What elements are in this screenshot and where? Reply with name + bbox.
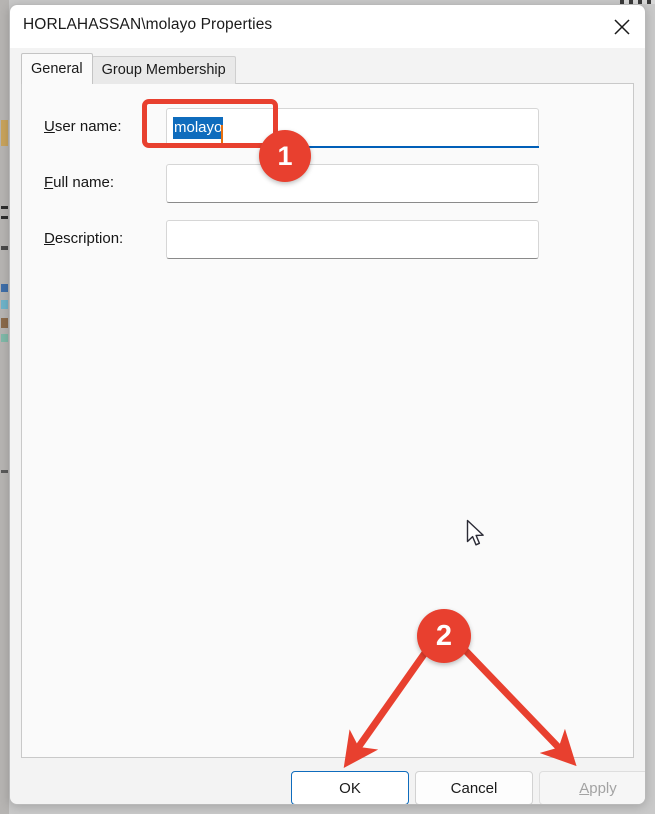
background-content-strip [1, 284, 8, 292]
tab-content-panel: User name: molayo Full name: Description… [21, 83, 634, 758]
user-name-input[interactable] [166, 108, 539, 147]
background-content-strip [1, 120, 8, 146]
cancel-button[interactable]: Cancel [415, 771, 533, 804]
label-full-name: Full name: [44, 174, 114, 191]
apply-button-rest: pply [589, 779, 617, 797]
label-full-name-rest: ull name: [53, 174, 115, 191]
form-row-description: Description: [22, 220, 633, 260]
background-content-strip [1, 216, 8, 219]
background-content-strip [1, 300, 8, 309]
dialog-title: HORLAHASSAN\molayo Properties [23, 16, 273, 33]
dialog-footer: OK Cancel Apply [10, 761, 645, 804]
background-content-strip [1, 206, 8, 209]
apply-button-accelerator: A [579, 779, 590, 797]
user-name-focus-underline [166, 146, 539, 148]
background-content-strip [1, 318, 8, 328]
ok-button[interactable]: OK [291, 771, 409, 804]
label-full-name-accelerator: F [44, 174, 54, 191]
label-user-name: User name: [44, 118, 122, 135]
label-description-accelerator: D [44, 230, 55, 247]
label-description: Description: [44, 230, 123, 247]
label-description-rest: escription: [54, 230, 124, 247]
background-content-strip [1, 246, 8, 250]
background-content-strip [1, 334, 8, 342]
label-user-name-rest: ser name: [54, 118, 122, 135]
form-row-username: User name: molayo [22, 108, 633, 148]
apply-button[interactable]: Apply [539, 771, 645, 804]
background-window-sliver [0, 0, 9, 814]
tab-general[interactable]: General [21, 53, 93, 84]
form-row-full-name: Full name: [22, 164, 633, 204]
tab-strip: General Group Membership [21, 53, 236, 84]
close-icon[interactable] [599, 5, 645, 48]
properties-dialog: HORLAHASSAN\molayo Properties General Gr… [9, 4, 646, 805]
dialog-titlebar: HORLAHASSAN\molayo Properties [10, 5, 645, 48]
tab-group-membership[interactable]: Group Membership [91, 56, 236, 84]
label-user-name-accelerator: U [44, 118, 55, 135]
background-content-strip [1, 470, 8, 473]
description-input[interactable] [166, 220, 539, 259]
full-name-input[interactable] [166, 164, 539, 203]
